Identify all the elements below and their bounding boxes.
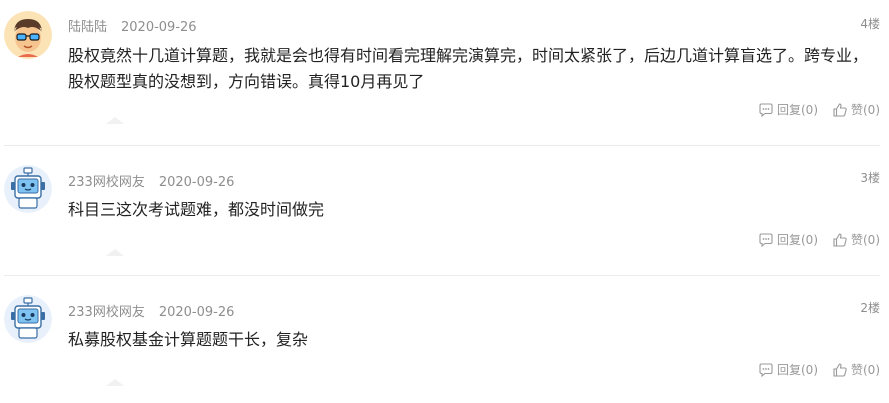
thumbs-up-icon: [833, 362, 847, 377]
reply-button[interactable]: 回复(0): [758, 101, 818, 118]
like-label: 赞(0): [851, 363, 880, 377]
reply-arrow: [106, 117, 124, 124]
speech-bubble-icon: [759, 232, 773, 247]
like-button[interactable]: 赞(0): [832, 231, 880, 248]
like-label: 赞(0): [851, 233, 880, 247]
floor-number: 4楼: [860, 17, 880, 31]
user-avatar[interactable]: [4, 295, 52, 343]
user-avatar[interactable]: [4, 165, 52, 213]
comment-text: 私募股权基金计算题题干长，复杂: [68, 330, 309, 349]
comment-text: 股权竟然十几道计算题，我就是会也得有时间看完理解完演算完，时间太紧张了，后边几道…: [68, 46, 869, 91]
floor-number: 2楼: [860, 301, 880, 315]
robot-avatar-icon: [4, 295, 52, 343]
reply-label: 回复(0): [777, 103, 818, 117]
reply-arrow: [106, 379, 124, 386]
thumbs-up-icon: [833, 232, 847, 247]
like-button[interactable]: 赞(0): [832, 101, 880, 118]
thumbs-up-icon: [833, 102, 847, 117]
like-button[interactable]: 赞(0): [832, 361, 880, 378]
avatar-with-sunglasses-icon: [4, 11, 52, 59]
comment-date: 2020-09-26: [158, 305, 235, 320]
reply-button[interactable]: 回复(0): [758, 231, 818, 248]
speech-bubble-icon: [759, 102, 773, 117]
comment-item: 233网校网友 2020-09-26 3楼 科目三这次考试题难，都没时间做完 回复…: [0, 145, 889, 275]
comment-date: 2020-09-26: [121, 20, 197, 35]
reply-button[interactable]: 回复(0): [758, 361, 818, 378]
speech-bubble-icon: [759, 362, 773, 377]
comment-date: 2020-09-26: [158, 175, 235, 190]
username[interactable]: 233网校网友: [68, 305, 145, 320]
reply-label: 回复(0): [777, 233, 818, 247]
comment-item: 233网校网友 2020-09-26 2楼 私募股权基金计算题题干长，复杂 回复(…: [0, 275, 889, 403]
like-label: 赞(0): [851, 103, 880, 117]
comment-text: 科目三这次考试题难，都没时间做完: [68, 200, 325, 219]
comment-item: 陆陆陆 2020-09-26 4楼 股权竟然十几道计算题，我就是会也得有时间看完理…: [0, 0, 889, 145]
username[interactable]: 233网校网友: [68, 175, 145, 190]
username[interactable]: 陆陆陆: [68, 20, 107, 35]
robot-avatar-icon: [4, 165, 52, 213]
user-avatar[interactable]: [4, 11, 52, 59]
floor-number: 3楼: [860, 171, 880, 185]
reply-arrow: [106, 249, 124, 256]
reply-label: 回复(0): [777, 363, 818, 377]
